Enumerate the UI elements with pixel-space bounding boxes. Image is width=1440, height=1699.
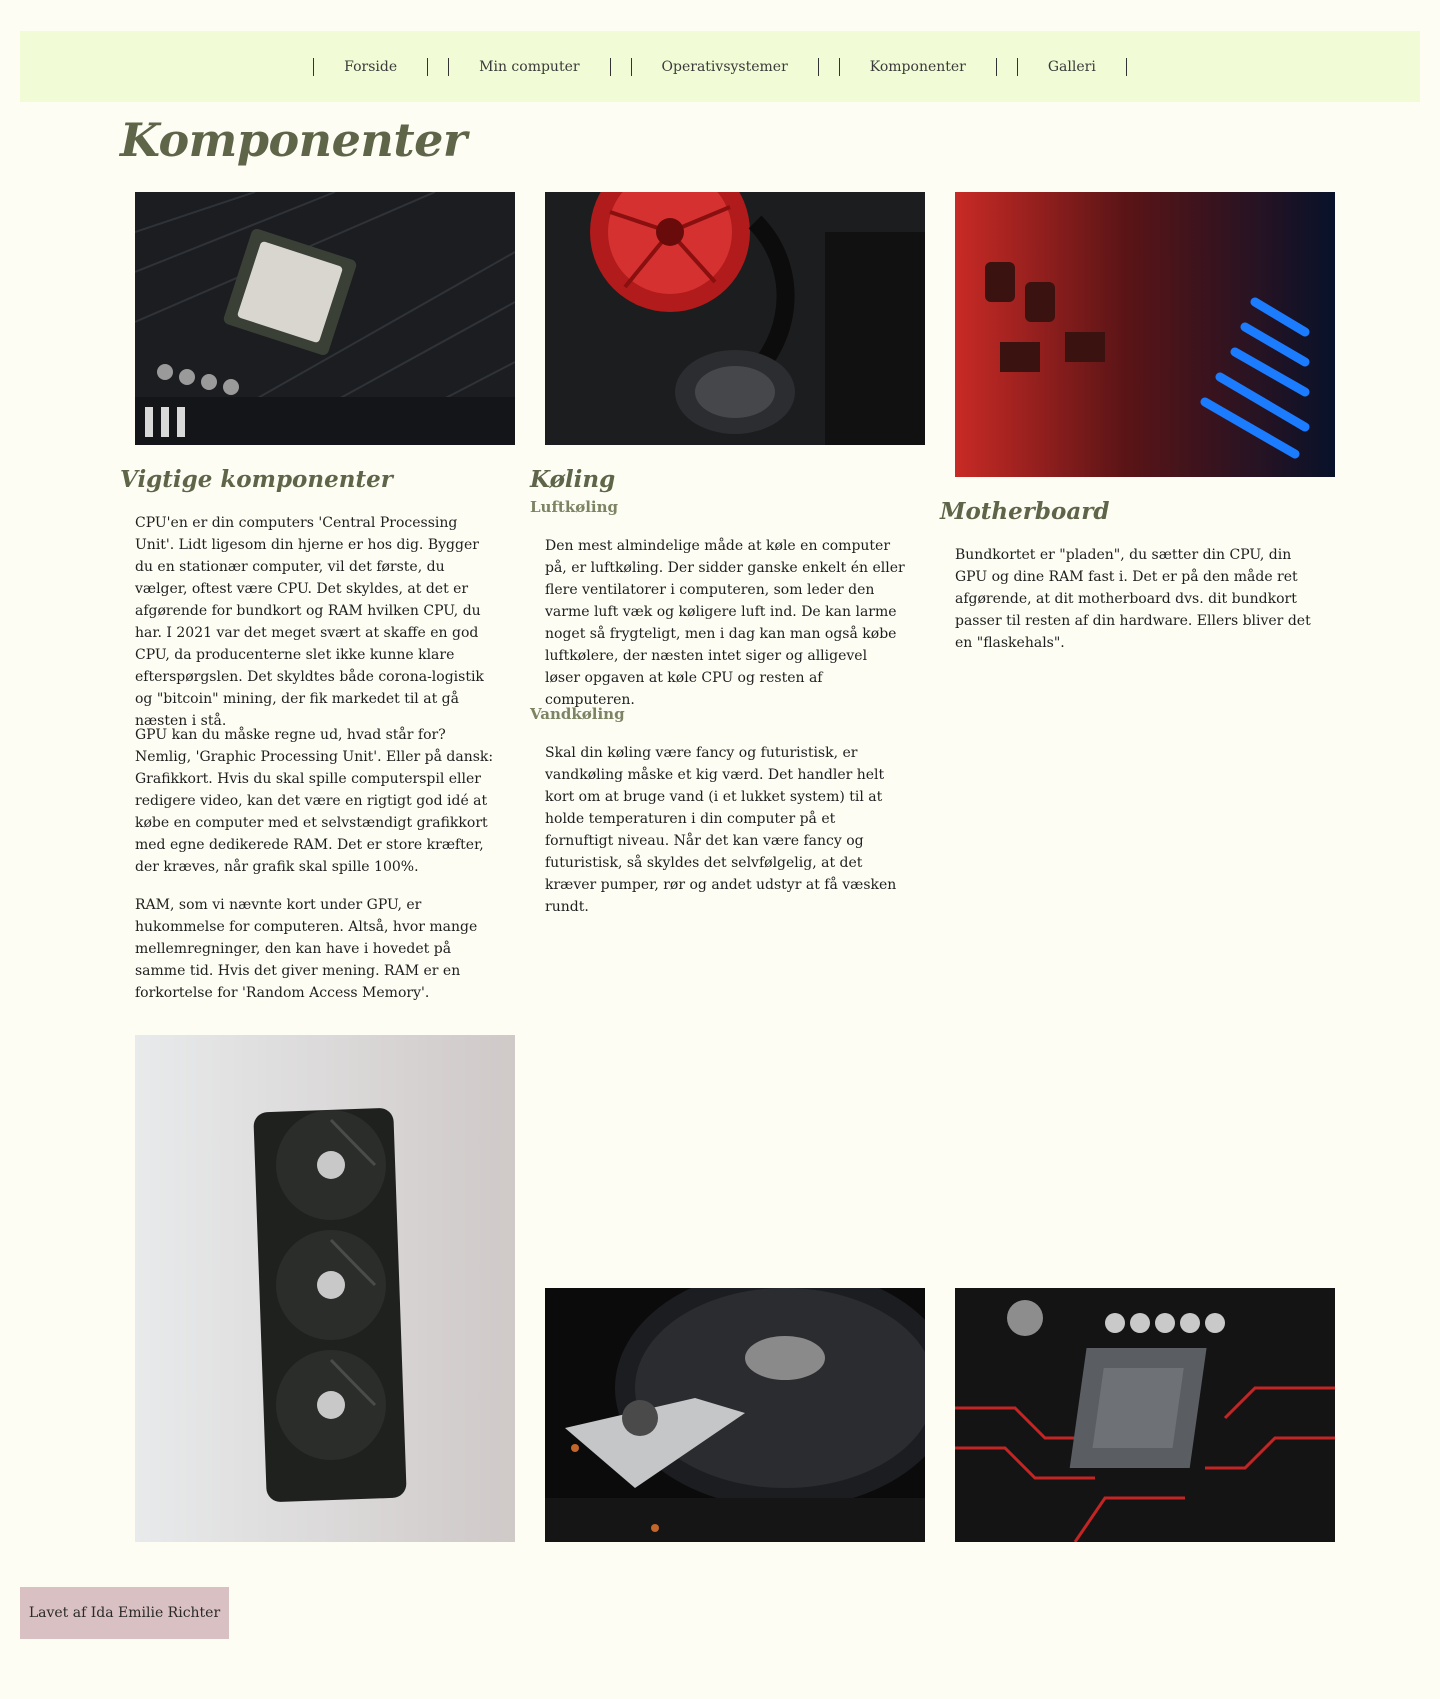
paragraph-luftkoeling: Den mest almindelige måde at køle en com… (545, 538, 905, 708)
motherboard-image (955, 192, 1335, 477)
cpu-image (135, 192, 515, 445)
nav-item-komponenter[interactable]: Komponenter (838, 57, 997, 76)
subtitle-luftkoeling: Luftkøling (530, 498, 619, 516)
footer: Lavet af Ida Emilie Richter (20, 1587, 229, 1639)
paragraph-vandkoeling: Skal din køling være fancy og futuristis… (545, 745, 897, 915)
footer-text: Lavet af Ida Emilie Richter (28, 1605, 221, 1621)
harddisk-image (545, 1288, 925, 1542)
section-title-koeling: Køling (530, 466, 616, 493)
paragraph-cpu: CPU'en er din computers 'Central Process… (135, 515, 484, 729)
nav-list: Forside Min computer Operativsystemer Ko… (303, 57, 1137, 76)
nav-item-forside[interactable]: Forside (313, 57, 429, 76)
section-title-vigtige: Vigtige komponenter (120, 466, 393, 493)
cooler-image (545, 192, 925, 445)
paragraph-motherboard: Bundkortet er "pladen", du sætter din CP… (955, 547, 1311, 651)
gpu-image (135, 1035, 515, 1542)
paragraph-gpu: GPU kan du måske regne ud, hvad står for… (135, 727, 494, 875)
nav-item-galleri[interactable]: Galleri (1016, 57, 1127, 76)
page-title: Komponenter (120, 113, 467, 167)
nav-item-min-computer[interactable]: Min computer (448, 57, 611, 76)
section-title-motherboard: Motherboard (940, 498, 1110, 525)
subtitle-vandkoeling: Vandkøling (530, 705, 625, 723)
socket-image (955, 1288, 1335, 1542)
paragraph-ram: RAM, som vi nævnte kort under GPU, er hu… (135, 897, 478, 1001)
main-nav: Forside Min computer Operativsystemer Ko… (20, 31, 1420, 102)
nav-item-operativsystemer[interactable]: Operativsystemer (630, 57, 819, 76)
